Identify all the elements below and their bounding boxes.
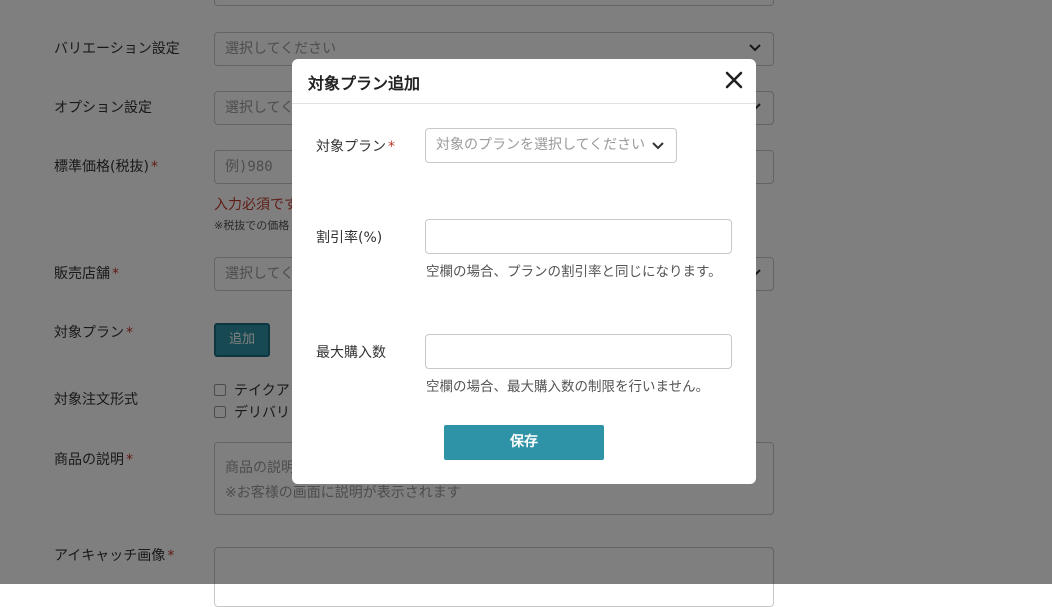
discount-help: 空欄の場合、プランの割引率と同じになります。 xyxy=(426,264,722,280)
modal-plan-select[interactable]: 対象のプランを選択してください xyxy=(425,128,677,163)
max-purchase-help: 空欄の場合、最大購入数の制限を行いません。 xyxy=(426,379,710,395)
required-mark: * xyxy=(388,139,395,155)
modal-plan-label-text: 対象プラン xyxy=(316,139,386,155)
add-plan-modal: 対象プラン追加 対象プラン * 対象のプランを選択してください 割引率(%) 空欄… xyxy=(292,59,756,484)
modal-header: 対象プラン追加 xyxy=(292,59,756,104)
discount-label: 割引率(%) xyxy=(316,230,383,246)
modal-plan-placeholder: 対象のプランを選択してください xyxy=(436,137,646,153)
save-button[interactable]: 保存 xyxy=(444,425,604,460)
modal-title: 対象プラン追加 xyxy=(308,74,421,93)
max-purchase-input[interactable] xyxy=(425,334,732,369)
chevron-down-icon xyxy=(652,142,664,150)
discount-input[interactable] xyxy=(425,219,732,254)
max-purchase-label: 最大購入数 xyxy=(316,345,386,361)
modal-plan-label: 対象プラン * xyxy=(316,136,395,156)
close-icon[interactable] xyxy=(724,70,744,90)
